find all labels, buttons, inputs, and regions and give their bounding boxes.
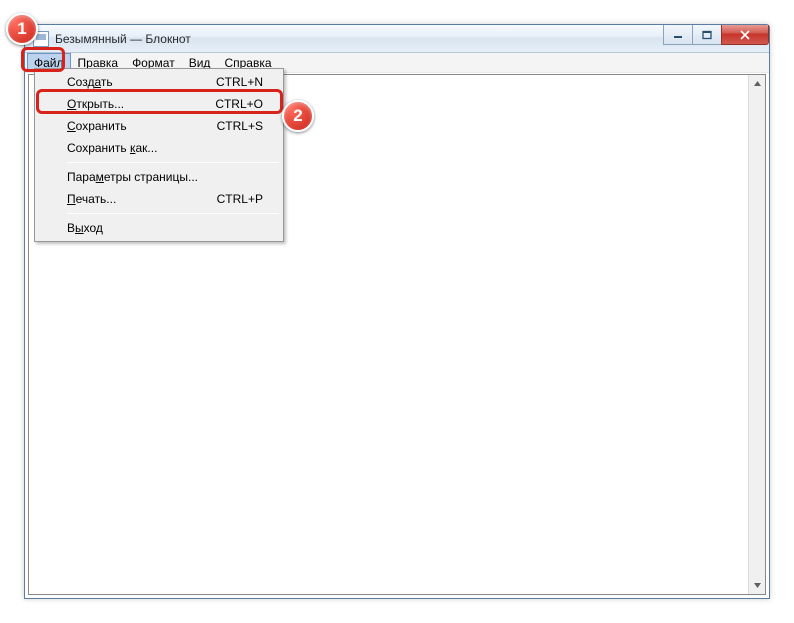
maximize-icon: [702, 30, 712, 40]
window-controls: [664, 25, 769, 45]
callout-number: 2: [293, 106, 302, 126]
menuitem-label: Создать: [67, 75, 216, 89]
annotation-callout-1: 1: [6, 13, 38, 45]
menuitem-shortcut: CTRL+P: [217, 192, 263, 206]
menuitem-save-as[interactable]: Сохранить как...: [37, 137, 281, 159]
menuitem-label: Открыть...: [67, 97, 215, 111]
maximize-button[interactable]: [692, 25, 722, 45]
menuitem-label: Сохранить как...: [67, 141, 263, 155]
menuitem-shortcut: CTRL+N: [216, 75, 263, 89]
menuitem-save[interactable]: Сохранить CTRL+S: [37, 115, 281, 137]
menuitem-label: Печать...: [67, 192, 217, 206]
window-title: Безымянный — Блокнот: [55, 32, 191, 46]
menuitem-shortcut: CTRL+S: [217, 119, 263, 133]
menuitem-open[interactable]: Открыть... CTRL+O: [37, 93, 281, 115]
menuitem-label: Выход: [67, 221, 263, 235]
menuitem-print[interactable]: Печать... CTRL+P: [37, 188, 281, 210]
close-button[interactable]: [721, 25, 769, 45]
minimize-button[interactable]: [663, 25, 693, 45]
titlebar[interactable]: Безымянный — Блокнот: [25, 25, 769, 53]
close-icon: [740, 30, 750, 40]
annotation-callout-2: 2: [282, 100, 314, 132]
menuitem-label: Сохранить: [67, 119, 217, 133]
vertical-scrollbar[interactable]: [748, 75, 765, 594]
scroll-down-arrow-icon[interactable]: [749, 577, 766, 594]
menu-separator: [67, 162, 279, 163]
menuitem-shortcut: CTRL+O: [215, 97, 263, 111]
file-dropdown-menu: Создать CTRL+N Открыть... CTRL+O Сохрани…: [34, 68, 284, 242]
menu-separator: [67, 213, 279, 214]
menuitem-exit[interactable]: Выход: [37, 217, 281, 239]
menuitem-new[interactable]: Создать CTRL+N: [37, 71, 281, 93]
callout-number: 1: [17, 19, 26, 39]
menuitem-label: Параметры страницы...: [67, 170, 263, 184]
menuitem-page-setup[interactable]: Параметры страницы...: [37, 166, 281, 188]
minimize-icon: [673, 30, 683, 40]
scroll-up-arrow-icon[interactable]: [749, 75, 766, 92]
